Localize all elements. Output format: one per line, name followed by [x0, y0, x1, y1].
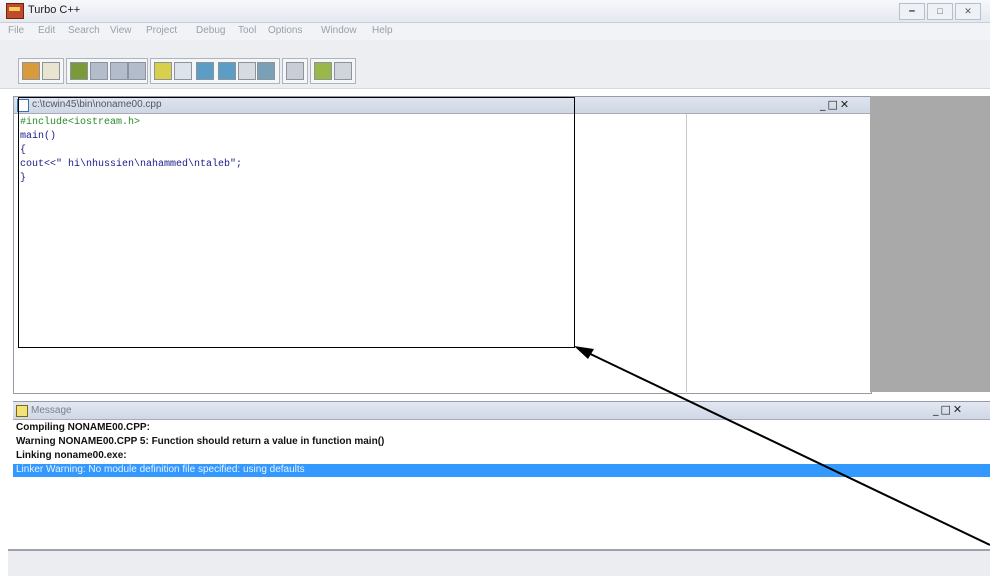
selected-message-text: Linker Warning: No module definition fil… — [16, 464, 305, 475]
step-over-icon[interactable] — [218, 62, 236, 80]
selected-message-line[interactable]: Linker Warning: No module definition fil… — [13, 464, 990, 477]
menu-bar: File Edit Search View Project Debug Tool… — [0, 23, 990, 40]
maximize-icon[interactable]: □ — [927, 3, 953, 20]
menu-help[interactable]: Help — [372, 25, 393, 36]
menu-options[interactable]: Options — [268, 25, 302, 36]
toolbar-group-file — [18, 58, 64, 84]
close-icon[interactable]: ✕ — [955, 3, 981, 20]
message-line[interactable]: Linking noname00.exe: — [16, 450, 127, 461]
run-icon[interactable] — [196, 62, 214, 80]
toolbar-group-debug — [150, 58, 280, 84]
copy-icon[interactable] — [110, 62, 128, 80]
toolbar-group-edit — [66, 58, 148, 84]
breakpoint-icon[interactable] — [257, 62, 275, 80]
new-file-icon[interactable] — [22, 62, 40, 80]
toolbar-group-window — [282, 58, 308, 84]
menu-search[interactable]: Search — [68, 25, 100, 36]
trace-into-icon[interactable] — [238, 62, 256, 80]
editor-window-controls[interactable]: _□✕ — [820, 98, 851, 111]
message-title-bar[interactable]: Message _□✕ — [13, 402, 990, 420]
turbo-cpp-app-icon — [6, 3, 24, 19]
message-window-controls[interactable]: _□✕ — [933, 403, 964, 416]
right-margin-line — [686, 114, 687, 392]
menu-project[interactable]: Project — [146, 25, 177, 36]
annotation-rectangle — [18, 97, 575, 348]
menu-edit[interactable]: Edit — [38, 25, 55, 36]
message-line[interactable]: Compiling NONAME00.CPP: — [16, 422, 150, 433]
menu-window[interactable]: Window — [321, 25, 357, 36]
title-bar: Turbo C++ ━ □ ✕ — [0, 0, 990, 23]
compile-icon[interactable] — [154, 62, 172, 80]
minimize-icon[interactable]: ━ — [899, 3, 925, 20]
message-line[interactable]: Warning NONAME00.CPP 5: Function should … — [16, 436, 384, 447]
menu-file[interactable]: File — [8, 25, 24, 36]
toolbar — [0, 40, 990, 89]
options-icon[interactable] — [334, 62, 352, 80]
status-bar — [8, 549, 990, 576]
paste-icon[interactable] — [128, 62, 146, 80]
project-icon[interactable] — [314, 62, 332, 80]
menu-view[interactable]: View — [110, 25, 132, 36]
toolbar-group-project — [310, 58, 356, 84]
window-icon[interactable] — [286, 62, 304, 80]
menu-debug[interactable]: Debug — [196, 25, 225, 36]
save-icon[interactable] — [70, 62, 88, 80]
menu-tool[interactable]: Tool — [238, 25, 256, 36]
empty-desktop-area — [870, 96, 990, 392]
message-icon — [16, 405, 28, 417]
message-window[interactable]: Message _□✕ Compiling NONAME00.CPP: Warn… — [13, 401, 990, 550]
make-icon[interactable] — [174, 62, 192, 80]
cut-icon[interactable] — [90, 62, 108, 80]
open-file-icon[interactable] — [42, 62, 60, 80]
message-title: Message — [31, 405, 72, 416]
window-title: Turbo C++ — [28, 4, 81, 16]
